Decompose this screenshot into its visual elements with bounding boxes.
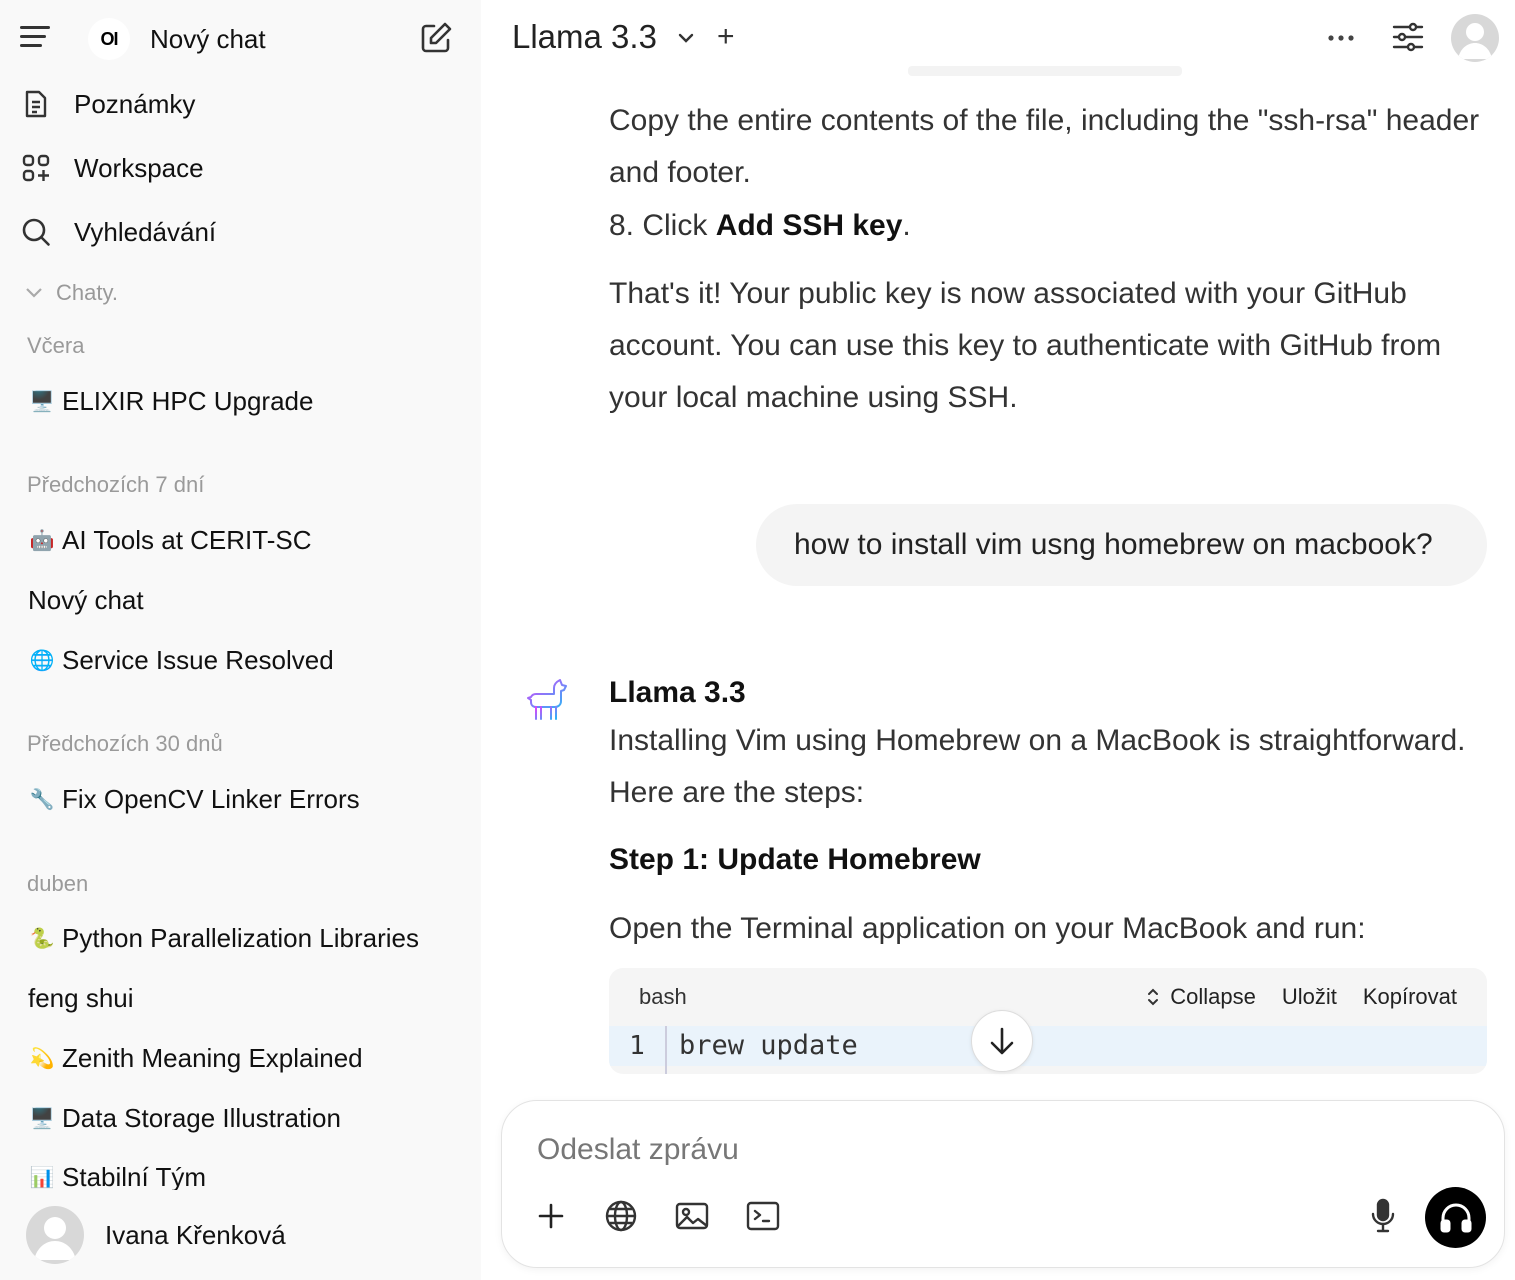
- chat-title: ELIXIR HPC Upgrade: [62, 386, 314, 416]
- step-heading: Step 1: Update Homebrew: [609, 843, 981, 876]
- step-prefix: 8. Click: [609, 209, 716, 242]
- code-language: bash: [639, 984, 687, 1009]
- new-chat-label[interactable]: Nový chat: [150, 24, 266, 55]
- workspace-icon: [20, 152, 52, 184]
- chat-title: Data Storage Illustration: [62, 1103, 341, 1133]
- plus-icon: [538, 1203, 564, 1229]
- sliders-icon[interactable]: [1391, 20, 1425, 54]
- dizzy-icon: 💫: [29, 1047, 55, 1070]
- chat-header: Llama 3.3 +: [481, 0, 1515, 76]
- save-code-button[interactable]: Uložit: [1282, 984, 1337, 1010]
- assistant-paragraph: That's it! Your public key is now associ…: [609, 277, 1442, 414]
- chat-group-label: Předchozích 7 dní: [27, 472, 205, 497]
- app-logo: OI: [88, 18, 130, 60]
- chat-group-label: Včera: [27, 333, 85, 358]
- more-icon[interactable]: [1326, 26, 1356, 50]
- chat-title: AI Tools at CERIT-SC: [62, 525, 312, 555]
- chat-item[interactable]: feng shui: [28, 983, 134, 1014]
- assistant-paragraph: Open the Terminal application on your Ma…: [609, 912, 1366, 945]
- header-avatar[interactable]: [1451, 14, 1499, 62]
- step-bold: Add SSH key: [715, 209, 903, 242]
- code-block: bash Collapse Uložit Kopírovat 1 brew up…: [609, 968, 1487, 1074]
- sidebar-item-workspace[interactable]: Workspace: [20, 144, 204, 192]
- sidebar: OI Nový chat Poznámky Workspace Vyhledáv…: [0, 0, 481, 1280]
- code-line: 1 brew update: [609, 1026, 1487, 1074]
- chats-label: Chaty.: [56, 280, 118, 305]
- arrow-down-icon: [990, 1027, 1014, 1055]
- chat-item[interactable]: 🖥️ Data Storage Illustration: [28, 1103, 341, 1134]
- chat-title: Fix OpenCV Linker Errors: [62, 784, 360, 814]
- chat-group-label: Předchozích 30 dnů: [27, 731, 223, 756]
- copy-code-button[interactable]: Kopírovat: [1363, 984, 1457, 1010]
- step-suffix: .: [902, 209, 911, 242]
- assistant-name: Llama 3.3: [609, 676, 746, 709]
- user-avatar[interactable]: [26, 1206, 84, 1264]
- microphone-icon: [1371, 1198, 1395, 1233]
- web-search-button[interactable]: [602, 1197, 640, 1235]
- message-input[interactable]: Odeslat zprávu: [537, 1133, 739, 1167]
- chat-group-label: duben: [27, 871, 89, 896]
- edit-icon[interactable]: [418, 20, 454, 56]
- globe-icon: [605, 1200, 637, 1232]
- chat-item[interactable]: 🖥️ ELIXIR HPC Upgrade: [28, 386, 314, 417]
- chevron-down-icon: [26, 288, 42, 298]
- desktop-computer-icon: 🖥️: [29, 1107, 55, 1130]
- chat-title: Stabilní Tým: [62, 1162, 207, 1192]
- chat-item[interactable]: 📊 Stabilní Tým: [28, 1162, 206, 1193]
- sidebar-item-search[interactable]: Vyhledávání: [20, 208, 216, 256]
- code-interpreter-button[interactable]: [744, 1197, 782, 1235]
- collapse-button[interactable]: Collapse: [1144, 984, 1256, 1010]
- sidebar-header: OI Nový chat: [0, 0, 481, 80]
- assistant-paragraph: Installing Vim using Homebrew on a MacBo…: [609, 724, 1466, 809]
- chat-title: Python Parallelization Libraries: [62, 923, 419, 953]
- add-attachment-button[interactable]: [532, 1197, 570, 1235]
- chat-item[interactable]: 🤖 AI Tools at CERIT-SC: [28, 525, 312, 556]
- image-generation-button[interactable]: [673, 1197, 711, 1235]
- sidebar-item-label: Poznámky: [74, 88, 196, 119]
- chat-item[interactable]: Nový chat: [28, 585, 144, 616]
- line-number: 1: [609, 1026, 667, 1074]
- desktop-computer-icon: 🖥️: [29, 390, 55, 413]
- chat-item[interactable]: 🔧 Fix OpenCV Linker Errors: [28, 784, 360, 815]
- chat-item[interactable]: 🐍 Python Parallelization Libraries: [28, 923, 419, 954]
- user-message: how to install vim usng homebrew on macb…: [756, 504, 1487, 586]
- llama-icon: [527, 679, 567, 720]
- chat-item[interactable]: 💫 Zenith Meaning Explained: [28, 1043, 363, 1074]
- sidebar-item-label: Workspace: [74, 152, 204, 183]
- chat-title: Service Issue Resolved: [62, 645, 334, 675]
- expand-collapse-icon: [1148, 988, 1159, 1006]
- voice-mode-button[interactable]: [1425, 1187, 1486, 1248]
- collapse-label: Collapse: [1170, 984, 1256, 1009]
- image-icon: [675, 1202, 709, 1230]
- chat-title: feng shui: [28, 983, 134, 1013]
- assistant-step: 8. Click Add SSH key.: [609, 200, 1489, 252]
- search-icon: [20, 216, 52, 248]
- robot-icon: 🤖: [29, 529, 55, 552]
- code-actions: Collapse Uložit Kopírovat: [1144, 984, 1457, 1010]
- terminal-icon: [746, 1201, 780, 1231]
- chat-item[interactable]: 🌐 Service Issue Resolved: [28, 645, 334, 676]
- voice-input-button[interactable]: [1364, 1197, 1402, 1235]
- chats-section-toggle[interactable]: Chaty.: [24, 280, 118, 306]
- snake-icon: 🐍: [29, 927, 55, 950]
- chevron-down-icon[interactable]: [676, 28, 696, 48]
- scroll-to-bottom-button[interactable]: [971, 1010, 1033, 1072]
- bar-chart-icon: 📊: [29, 1166, 55, 1189]
- menu-icon[interactable]: [20, 26, 52, 52]
- headphones-icon: [1440, 1203, 1471, 1232]
- model-selector[interactable]: Llama 3.3: [512, 18, 657, 56]
- truncated-code-fragment: [908, 66, 1182, 76]
- notes-icon: [20, 88, 52, 120]
- code-text[interactable]: brew update: [679, 1026, 858, 1066]
- sidebar-item-notes[interactable]: Poznámky: [20, 80, 195, 128]
- chat-title: Zenith Meaning Explained: [62, 1043, 363, 1073]
- assistant-paragraph: Copy the entire contents of the file, in…: [609, 104, 1480, 189]
- user-name[interactable]: Ivana Křenková: [105, 1220, 286, 1251]
- wrench-icon: 🔧: [29, 788, 55, 811]
- globe-icon: 🌐: [29, 649, 55, 672]
- add-model-button[interactable]: +: [717, 20, 735, 54]
- message-composer: Odeslat zprávu: [501, 1100, 1505, 1268]
- chat-title: Nový chat: [28, 585, 144, 615]
- sidebar-item-label: Vyhledávání: [74, 216, 217, 247]
